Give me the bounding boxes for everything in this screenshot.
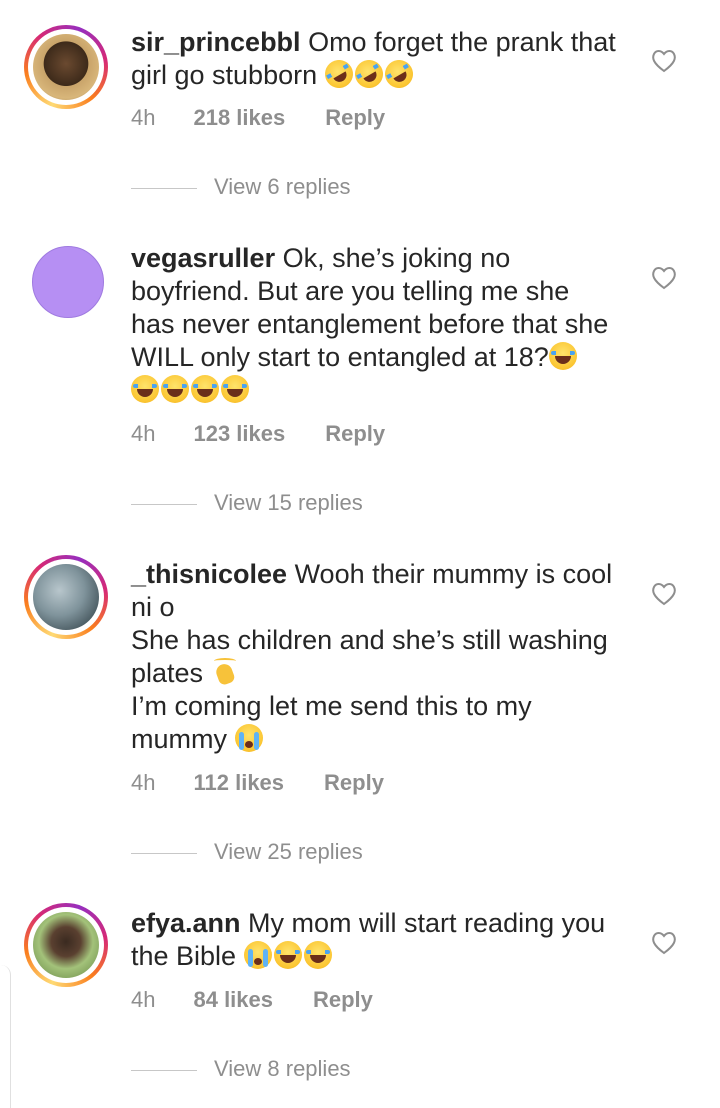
view-replies-button[interactable]: View 15 replies <box>131 490 363 516</box>
face-with-tears-of-joy-icon <box>191 375 219 403</box>
comment-body-line: mummy <box>131 724 235 754</box>
comment-body-line: Wooh their mummy is cool <box>287 559 613 589</box>
view-replies-label: View 6 replies <box>214 174 351 199</box>
sheet-edge <box>0 965 11 1108</box>
comment-text: _thisnicolee Wooh their mummy is cool ni… <box>131 558 631 756</box>
face-with-tears-of-joy-icon <box>161 375 189 403</box>
divider <box>131 503 197 505</box>
comment-username[interactable]: sir_princebbl <box>131 27 301 57</box>
heart-outline-icon[interactable] <box>651 582 677 606</box>
face-with-tears-of-joy-icon <box>273 941 302 969</box>
rolling-on-floor-laughing-icon <box>379 54 418 94</box>
comment-body-line: the Bible <box>131 941 244 971</box>
divider <box>131 187 197 189</box>
reply-button[interactable]: Reply <box>325 421 385 447</box>
comment-body-line: Ok, she’s joking no <box>275 243 511 273</box>
avatar-photo <box>33 564 99 630</box>
comment-text: efya.ann My mom will start reading you t… <box>131 907 631 973</box>
comment-username[interactable]: _thisnicolee <box>131 559 287 589</box>
heart-outline-icon[interactable] <box>651 266 677 290</box>
avatar-frame <box>28 559 104 635</box>
divider <box>131 852 197 854</box>
reply-button[interactable]: Reply <box>324 770 384 796</box>
rolling-on-floor-laughing-icon <box>319 54 358 94</box>
comment-body-line: girl go stubborn <box>131 60 325 90</box>
comment-body-line: has never entanglement before that she <box>131 309 609 339</box>
avatar[interactable] <box>32 246 104 318</box>
reply-button[interactable]: Reply <box>325 105 385 131</box>
comment-body-line: I’m coming let me send this to my <box>131 691 532 721</box>
comment-time: 4h <box>131 987 156 1012</box>
view-replies-label: View 15 replies <box>214 490 363 515</box>
comment-likes[interactable]: 112 likes <box>193 770 284 796</box>
view-replies-button[interactable]: View 8 replies <box>131 1056 351 1082</box>
view-replies-label: View 8 replies <box>214 1056 351 1081</box>
comment-time: 4h <box>131 421 156 446</box>
comment-likes[interactable]: 218 likes <box>193 105 285 131</box>
avatar-frame <box>28 29 104 105</box>
face-with-tears-of-joy-icon <box>303 941 332 969</box>
face-with-tears-of-joy-icon <box>221 375 249 403</box>
divider <box>131 1069 197 1071</box>
comment-body-line: My mom will start reading you <box>240 908 606 938</box>
comment-body-line: She has children and she’s still washing <box>131 625 608 655</box>
comment-meta: 4h 123 likes Reply <box>131 421 385 447</box>
heart-outline-icon[interactable] <box>651 49 677 73</box>
view-replies-button[interactable]: View 25 replies <box>131 839 363 865</box>
comment-body-line: WILL only start to entangled at 18? <box>131 342 549 372</box>
avatar[interactable] <box>24 555 108 639</box>
comment-body-line: plates <box>131 658 211 688</box>
reply-button[interactable]: Reply <box>313 987 373 1013</box>
avatar-photo <box>33 34 99 100</box>
comment-likes[interactable]: 84 likes <box>193 987 273 1013</box>
comment-username[interactable]: vegasruller <box>131 243 275 273</box>
comment-time: 4h <box>131 770 156 795</box>
comment-time: 4h <box>131 105 156 130</box>
avatar[interactable] <box>24 903 108 987</box>
comment-body-line: boyfriend. But are you telling me she <box>131 276 570 306</box>
comment-meta: 4h 84 likes Reply <box>131 987 373 1013</box>
heart-outline-icon[interactable] <box>651 931 677 955</box>
view-replies-label: View 25 replies <box>214 839 363 864</box>
comment-likes[interactable]: 123 likes <box>193 421 285 447</box>
face-with-tears-of-joy-icon <box>548 342 577 370</box>
tired-face-icon <box>234 724 263 752</box>
face-with-tears-of-joy-icon <box>131 375 159 403</box>
comment-body-line: ni o <box>131 592 175 622</box>
avatar-photo <box>33 912 99 978</box>
comment-text: sir_princebbl Omo forget the prank that … <box>131 26 631 94</box>
comment-body-line: Omo forget the prank that <box>300 27 616 57</box>
clapping-hands-icon <box>211 658 239 686</box>
comment-meta: 4h 112 likes Reply <box>131 770 384 796</box>
loudly-crying-face-icon <box>243 941 272 969</box>
comment-username[interactable]: efya.ann <box>131 908 241 938</box>
comment-meta: 4h 218 likes Reply <box>131 105 385 131</box>
avatar[interactable] <box>24 25 108 109</box>
avatar-frame <box>28 907 104 983</box>
rolling-on-floor-laughing-icon <box>349 54 388 94</box>
comment-text: vegasruller Ok, she’s joking no boyfrien… <box>131 242 631 407</box>
view-replies-button[interactable]: View 6 replies <box>131 174 351 200</box>
